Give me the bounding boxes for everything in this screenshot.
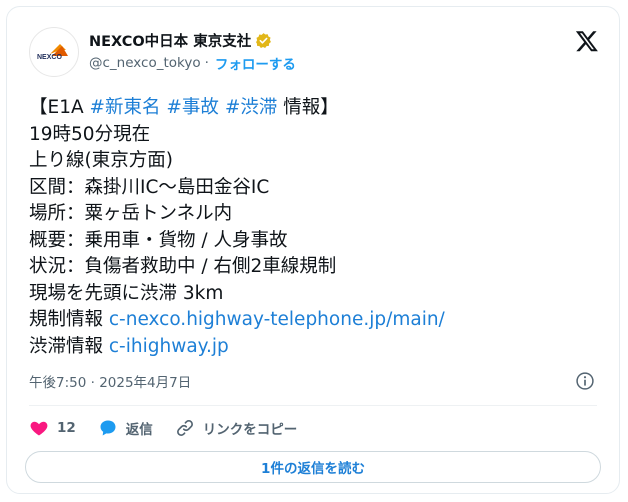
x-logo-icon[interactable]: [575, 29, 599, 53]
hashtag-shintomei[interactable]: #新東名: [90, 97, 161, 118]
avatar-logo-text: NEXCO: [37, 54, 62, 61]
reply-bubble-icon: [100, 420, 116, 436]
read-replies-button[interactable]: 1件の返信を読む: [25, 451, 601, 483]
handle[interactable]: @c_nexco_tokyo: [89, 55, 201, 71]
tweet-line-time: 19時50分現在: [29, 123, 151, 145]
regulation-label: 規制情報: [29, 309, 109, 330]
copy-link-button[interactable]: リンクをコピー: [175, 418, 298, 438]
tweet-line-congestion-info: 渋滞情報 c-ihighway.jp: [29, 334, 609, 361]
header-prefix: 【E1A: [29, 97, 90, 118]
action-bar: 12 返信 リンクをコピー: [29, 415, 319, 441]
header-suffix: 情報】: [277, 97, 339, 118]
handle-row: @c_nexco_tokyo · フォローする: [89, 53, 296, 73]
link-icon: [176, 420, 193, 436]
tweet-line-header: 【E1A #新東名 #事故 #渋滞 情報】: [29, 95, 609, 122]
info-icon[interactable]: [575, 371, 595, 391]
tweet-card: NEXCO NEXCO中日本 東京支社 @c_nexco_tokyo · フォロ…: [6, 6, 620, 494]
nexco-logo-icon: NEXCO: [37, 44, 68, 61]
tweet-line-regulation-info: 規制情報 c-nexco.highway-telephone.jp/main/: [29, 307, 609, 334]
tweet-line-status: 状況：負傷者救助中 / 右側2車線規制: [29, 256, 337, 277]
display-name[interactable]: NEXCO中日本 東京支社: [89, 30, 251, 51]
heart-icon: [30, 421, 48, 436]
tweet-line-congestion: 現場を先頭に渋滞 3km: [29, 282, 224, 304]
congestion-link[interactable]: c-ihighway.jp: [109, 336, 229, 357]
reply-label: 返信: [125, 422, 153, 438]
verified-badge-icon: [256, 32, 272, 48]
regulation-link[interactable]: c-nexco.highway-telephone.jp/main/: [109, 309, 445, 330]
tweet-line-summary: 概要：乗用車・貨物 / 人身事故: [29, 229, 288, 251]
tweet-line-location: 場所：粟ヶ岳トンネル内: [29, 203, 233, 224]
divider: [29, 405, 597, 406]
copy-link-label: リンクをコピー: [202, 422, 298, 438]
handle-separator: ·: [204, 55, 209, 71]
tweet-line-direction: 上り線(東京方面): [29, 150, 173, 171]
timestamp[interactable]: 午後7:50 · 2025年4月7日: [29, 371, 191, 391]
tweet-line-section: 区間：森掛川IC〜島田金谷IC: [29, 176, 270, 198]
congestion-label: 渋滞情報: [29, 335, 109, 357]
hashtag-jutai[interactable]: #渋滞: [225, 97, 278, 118]
name-row: NEXCO中日本 東京支社: [89, 29, 272, 51]
avatar[interactable]: NEXCO: [29, 27, 79, 77]
like-count: 12: [57, 420, 76, 436]
tweet-text: 【E1A #新東名 #事故 #渋滞 情報】 19時50分現在 上り線(東京方面)…: [29, 95, 609, 360]
reply-button[interactable]: 返信: [98, 418, 153, 438]
follow-button[interactable]: フォローする: [215, 53, 296, 73]
hashtag-jiko[interactable]: #事故: [166, 97, 219, 118]
like-button[interactable]: 12: [29, 418, 76, 438]
